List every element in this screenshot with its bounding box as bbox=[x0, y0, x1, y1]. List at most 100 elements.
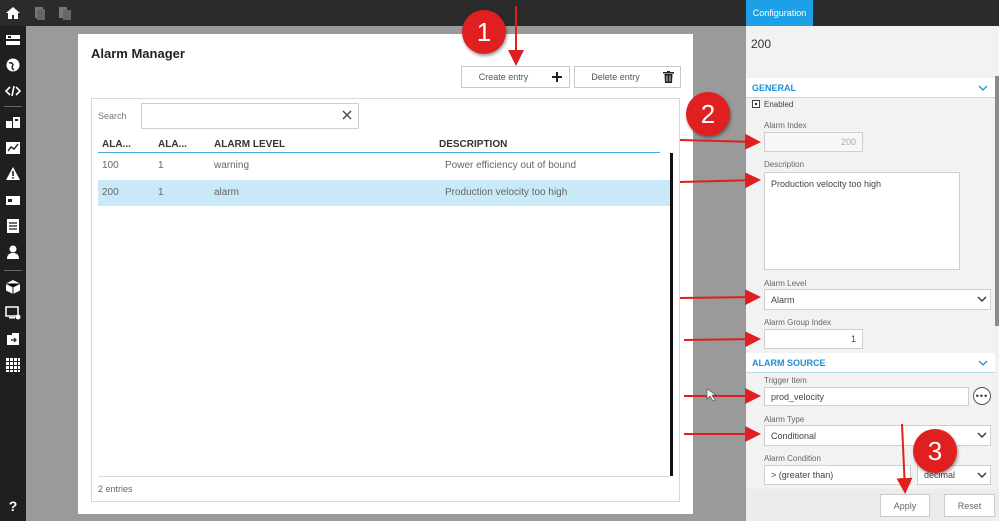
sidebar-item-packages[interactable] bbox=[5, 279, 21, 295]
cell-alarm-index: 100 bbox=[102, 160, 119, 171]
plus-icon bbox=[545, 71, 569, 83]
top-toolbar bbox=[0, 0, 746, 26]
user-icon bbox=[7, 245, 19, 259]
description-label: Description bbox=[764, 160, 805, 169]
trash-icon bbox=[656, 71, 680, 83]
enabled-checkbox[interactable] bbox=[752, 100, 760, 108]
alarm-index-field: 200 bbox=[764, 132, 863, 152]
apply-button[interactable]: Apply bbox=[880, 494, 930, 517]
trigger-item-field[interactable]: prod_velocity bbox=[764, 387, 969, 406]
sidebar-item-log[interactable] bbox=[5, 218, 21, 234]
log-icon bbox=[7, 219, 19, 233]
sidebar-item-trend[interactable] bbox=[5, 140, 21, 156]
sidebar-separator bbox=[4, 270, 22, 271]
export-icon bbox=[7, 333, 19, 345]
search-input[interactable] bbox=[141, 103, 359, 129]
alarm-condition-label: Alarm Condition bbox=[764, 454, 821, 463]
panel-scrollbar[interactable] bbox=[995, 76, 999, 326]
sidebar-item-network[interactable] bbox=[5, 57, 21, 73]
chevron-down-icon bbox=[977, 296, 987, 302]
alarm-level-select[interactable]: Alarm bbox=[764, 289, 991, 310]
alarm-group-label: Alarm Group Index bbox=[764, 318, 832, 327]
trigger-item-label: Trigger Item bbox=[764, 376, 807, 385]
reset-button[interactable]: Reset bbox=[944, 494, 995, 517]
table-scrollbar[interactable] bbox=[670, 153, 673, 476]
sidebar-item-cards[interactable] bbox=[5, 192, 21, 208]
cell-alarm-level: warning bbox=[214, 160, 250, 171]
alarm-group-field[interactable]: 1 bbox=[764, 329, 863, 349]
config-header: Configuration bbox=[746, 0, 999, 26]
alarm-condition-value: > (greater than) bbox=[771, 470, 834, 480]
sidebar-item-remote[interactable] bbox=[5, 305, 21, 321]
monitor-settings-icon bbox=[5, 306, 21, 320]
alarm-level-label: Alarm Level bbox=[764, 279, 807, 288]
devices-icon bbox=[6, 117, 20, 128]
section-general-title: GENERAL bbox=[752, 83, 797, 93]
entries-count: 2 entries bbox=[98, 484, 133, 494]
alarm-condition-select[interactable]: > (greater than) bbox=[764, 465, 911, 485]
sidebar-item-export[interactable] bbox=[5, 331, 21, 347]
column-header-alarm-group[interactable]: ALA... bbox=[158, 139, 187, 150]
alarm-type-value: Conditional bbox=[771, 430, 817, 441]
delete-entry-label: Delete entry bbox=[591, 72, 640, 82]
chevron-down-icon bbox=[977, 472, 987, 478]
enabled-label: Enabled bbox=[764, 100, 794, 109]
home-icon[interactable] bbox=[5, 5, 21, 21]
cell-alarm-index: 200 bbox=[102, 187, 119, 198]
alarm-index-label: Alarm Index bbox=[764, 121, 807, 130]
cell-alarm-group: 1 bbox=[158, 187, 164, 198]
alarm-type-label: Alarm Type bbox=[764, 415, 805, 424]
clear-search-icon[interactable] bbox=[341, 109, 353, 121]
trend-chart-icon bbox=[6, 142, 20, 154]
section-alarm-source[interactable]: ALARM SOURCE bbox=[746, 353, 995, 373]
sidebar-item-devices[interactable] bbox=[5, 114, 21, 130]
copy-icon[interactable] bbox=[32, 5, 48, 21]
column-header-alarm-level[interactable]: ALARM LEVEL bbox=[214, 139, 285, 150]
description-textarea[interactable]: Production velocity too high bbox=[764, 172, 960, 270]
help-icon[interactable]: ? bbox=[5, 498, 21, 514]
browse-trigger-button[interactable]: ••• bbox=[973, 387, 991, 405]
cell-description: Power efficiency out of bound bbox=[445, 160, 577, 171]
package-icon bbox=[5, 280, 21, 294]
ellipsis-icon: ••• bbox=[975, 390, 989, 401]
cell-alarm-group: 1 bbox=[158, 160, 164, 171]
tab-configuration[interactable]: Configuration bbox=[746, 0, 813, 26]
annotation-badge-3: 3 bbox=[913, 429, 957, 473]
alarm-level-value: Alarm bbox=[771, 294, 795, 305]
chevron-down-icon bbox=[978, 360, 988, 366]
table-row[interactable]: 100 1 warning Power efficiency out of bo… bbox=[98, 153, 670, 179]
warning-icon bbox=[6, 167, 20, 180]
create-entry-button[interactable]: Create entry bbox=[461, 66, 570, 88]
table-row-selected[interactable]: 200 1 alarm Production velocity too high bbox=[98, 180, 670, 206]
column-header-description[interactable]: DESCRIPTION bbox=[439, 139, 507, 150]
delete-entry-button[interactable]: Delete entry bbox=[574, 66, 681, 88]
chevron-down-icon bbox=[977, 432, 987, 438]
sidebar-separator bbox=[4, 106, 22, 107]
annotation-badge-1: 1 bbox=[462, 10, 506, 54]
sidebar-item-code[interactable] bbox=[5, 83, 21, 99]
create-entry-label: Create entry bbox=[478, 72, 529, 82]
chevron-down-icon bbox=[978, 85, 988, 91]
cell-description: Production velocity too high bbox=[445, 187, 568, 198]
sidebar-item-users[interactable] bbox=[5, 244, 21, 260]
sidebar: ? bbox=[0, 26, 26, 521]
code-icon bbox=[5, 85, 21, 97]
paste-icon[interactable] bbox=[57, 5, 73, 21]
sidebar-item-list[interactable] bbox=[5, 32, 21, 48]
grid-icon bbox=[6, 358, 20, 372]
section-alarm-source-title: ALARM SOURCE bbox=[752, 358, 826, 368]
alarm-type-select[interactable]: Conditional bbox=[764, 425, 991, 446]
sidebar-item-alarms[interactable] bbox=[5, 166, 21, 182]
list-icon bbox=[6, 35, 20, 45]
annotation-badge-2: 2 bbox=[686, 92, 730, 136]
table-footer-divider bbox=[98, 476, 670, 477]
column-header-alarm-index[interactable]: ALA... bbox=[102, 139, 131, 150]
section-general[interactable]: GENERAL bbox=[746, 78, 995, 98]
card-icon bbox=[6, 196, 20, 205]
panel-entry-id: 200 bbox=[751, 37, 772, 51]
page-title: Alarm Manager bbox=[91, 46, 185, 61]
sidebar-item-grid[interactable] bbox=[5, 357, 21, 373]
cell-alarm-level: alarm bbox=[214, 187, 240, 198]
search-label: Search bbox=[98, 111, 127, 121]
globe-icon bbox=[6, 58, 20, 72]
